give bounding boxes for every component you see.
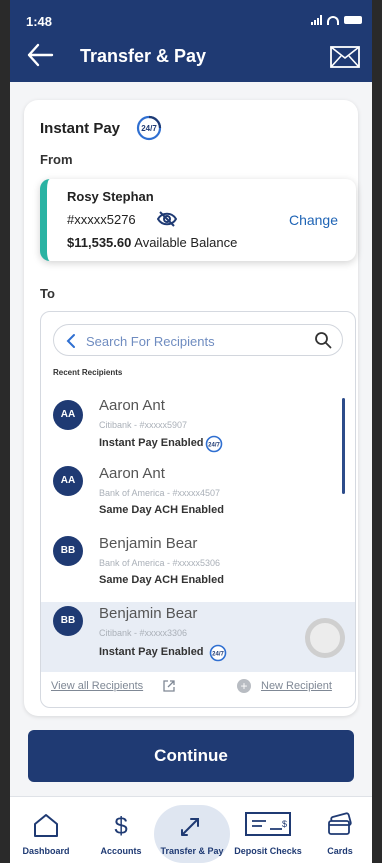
new-recipient-link[interactable]: New Recipient: [261, 680, 332, 692]
recipient-name: Aaron Ant: [99, 397, 165, 414]
status-time: 1:48: [26, 14, 53, 29]
cards-icon: [328, 812, 352, 835]
nav-dashboard[interactable]: Dashboard: [10, 797, 82, 863]
recipient-row[interactable]: AA Aaron Ant Bank of America - #xxxxx450…: [41, 462, 355, 532]
avatar: BB: [53, 606, 83, 636]
recent-recipients-label: Recent Recipients: [53, 368, 123, 377]
signal-icon: [311, 15, 322, 25]
from-label: From: [40, 152, 73, 167]
home-icon: [34, 814, 58, 837]
avatar: AA: [53, 466, 83, 496]
recipient-name: Aaron Ant: [99, 465, 165, 482]
nav-label: Transfer & Pay: [160, 846, 224, 856]
battery-icon: [344, 16, 362, 24]
nav-label: Cards: [327, 846, 353, 856]
svg-text:$: $: [114, 813, 127, 839]
continue-button[interactable]: Continue: [28, 730, 354, 782]
nav-label: Dashboard: [22, 846, 70, 856]
badge-247-icon: 24/7: [205, 435, 223, 453]
recipient-status: Same Day ACH Enabled: [99, 504, 224, 516]
account-number: #xxxxx5276: [67, 212, 136, 227]
nav-accounts[interactable]: $ Accounts: [86, 797, 156, 863]
wifi-icon: [327, 15, 339, 25]
recipient-bank: Citibank - #xxxxx3306: [99, 628, 188, 638]
recipient-name: Benjamin Bear: [99, 605, 198, 622]
nav-label: Accounts: [100, 846, 142, 856]
loading-spinner-icon: [305, 618, 345, 658]
recipient-name: Benjamin Bear: [99, 535, 198, 552]
recipient-bank: Citibank - #xxxxx5907: [99, 420, 188, 430]
from-account-card: Rosy Stephan #xxxxx5276 $11,535.60 Avail…: [40, 179, 356, 261]
badge-247-icon: 24/7: [209, 644, 227, 662]
change-account-link[interactable]: Change: [289, 212, 338, 228]
check-icon: $: [245, 812, 291, 836]
dollar-icon: $: [114, 813, 127, 839]
recipient-status: Instant Pay Enabled: [99, 646, 204, 658]
badge-247-text: 24/7: [208, 443, 220, 449]
nav-label: Deposit Checks: [234, 846, 302, 856]
badge-247-text: 24/7: [141, 124, 157, 133]
recipients-scrollbar[interactable]: [342, 398, 345, 494]
recipient-status: Instant Pay Enabled: [99, 437, 204, 449]
chevron-left-icon[interactable]: [64, 332, 78, 350]
back-button[interactable]: [26, 42, 54, 68]
avatar: AA: [53, 400, 83, 430]
recipient-search: [53, 324, 343, 356]
nav-cards[interactable]: Cards: [310, 797, 370, 863]
transfer-card: Instant Pay 24/7 From Rosy Stephan #xxxx…: [24, 100, 358, 716]
badge-247-icon: 24/7: [136, 115, 162, 141]
svg-text:$: $: [282, 819, 287, 829]
recipient-bank: Bank of America - #xxxxx5306: [99, 558, 221, 568]
instant-pay-title: Instant Pay: [40, 120, 121, 137]
recipient-row[interactable]: BB Benjamin Bear Bank of America - #xxxx…: [41, 532, 355, 602]
search-input[interactable]: [86, 330, 296, 352]
page-title: Transfer & Pay: [80, 46, 207, 66]
external-link-icon[interactable]: [163, 680, 175, 692]
search-icon[interactable]: [314, 331, 332, 349]
to-label: To: [40, 286, 55, 301]
recipient-bank: Bank of America - #xxxxx4507: [99, 488, 221, 498]
balance-suffix: Available Balance: [134, 235, 238, 250]
phone-screen: 1:48 Transfer & Pay Instant Pay 24/7 Fro…: [10, 0, 372, 863]
account-holder-name: Rosy Stephan: [67, 189, 154, 204]
status-icons: [311, 15, 362, 25]
view-all-recipients-link[interactable]: View all Recipients: [51, 680, 143, 692]
recipient-status: Same Day ACH Enabled: [99, 574, 224, 586]
balance-amount: $11,535.60: [67, 235, 132, 250]
avatar: BB: [53, 536, 83, 566]
recipients-footer: View all Recipients + New Recipient: [41, 678, 355, 702]
header-bar: 1:48 Transfer & Pay: [10, 0, 372, 82]
transfer-arrows-icon: [181, 818, 199, 836]
arrow-left-icon: [27, 43, 54, 67]
messages-button[interactable]: [330, 46, 360, 68]
nav-deposit-checks[interactable]: $ Deposit Checks: [232, 797, 304, 863]
nav-transfer-pay[interactable]: Transfer & Pay: [154, 797, 230, 863]
bottom-nav: Dashboard $ Accounts Transfer & Pay $ De…: [10, 796, 372, 863]
badge-247-text: 24/7: [212, 652, 224, 658]
recipient-row[interactable]: AA Aaron Ant Citibank - #xxxxx5907 Insta…: [41, 392, 355, 462]
eye-slash-icon[interactable]: [157, 210, 177, 228]
available-balance: $11,535.60 Available Balance: [67, 235, 237, 250]
plus-icon[interactable]: +: [237, 679, 251, 693]
envelope-icon: [330, 46, 360, 68]
recipients-panel: Recent Recipients AA Aaron Ant Citibank …: [40, 311, 356, 708]
